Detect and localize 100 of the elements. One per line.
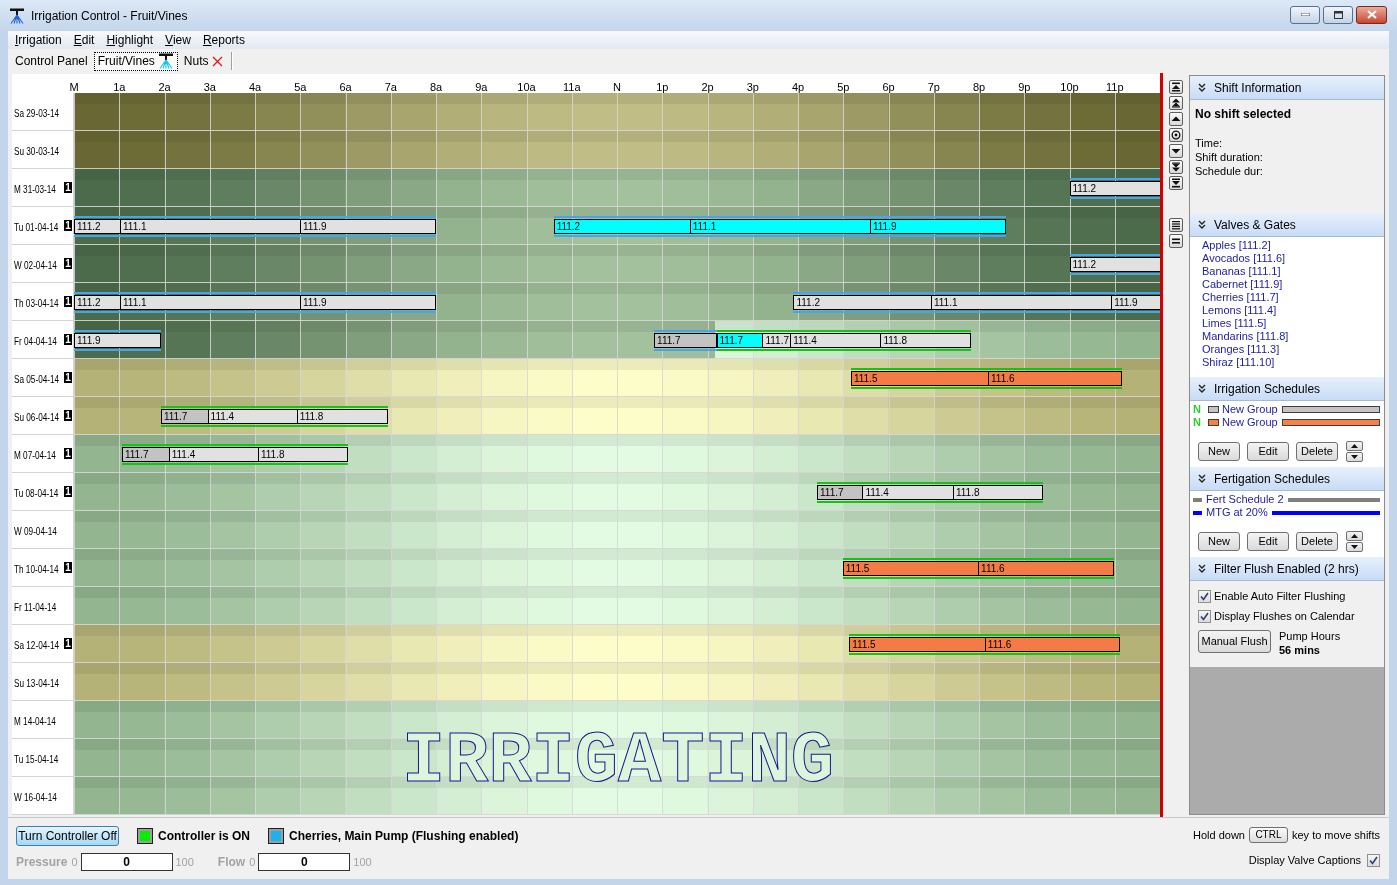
menu-item[interactable]: View: [159, 31, 197, 49]
valve-segment: 111.6: [984, 638, 1120, 651]
page-up-button[interactable]: [1169, 96, 1183, 110]
hour-label: 3p: [746, 80, 759, 95]
valve-segment: 111.1: [930, 296, 1112, 309]
shift-bar[interactable]: 111.5 111.6: [842, 558, 1114, 579]
day-label: W 02-04-14: [14, 258, 57, 273]
checkbox-label: Display Flushes on Calendar: [1214, 609, 1355, 625]
close-icon[interactable]: [211, 55, 223, 67]
list-action-button[interactable]: Delete: [1296, 442, 1338, 461]
menu-item[interactable]: Edit: [67, 31, 101, 49]
gauge-min: 0: [249, 854, 256, 870]
menu-item[interactable]: Irrigation: [9, 31, 68, 49]
key-cap: CTRL: [1248, 827, 1288, 843]
valve-item[interactable]: Limes [111.5]: [1202, 317, 1384, 330]
maximize-button[interactable]: [1323, 5, 1353, 24]
day-label: M 07-04-14: [14, 448, 56, 463]
schedule-name[interactable]: MTG at 20%: [1206, 506, 1268, 519]
day-label: Su 30-03-14: [14, 144, 60, 159]
list-action-button[interactable]: New: [1198, 532, 1240, 551]
valve-item[interactable]: Lemons [111.4]: [1202, 304, 1384, 317]
valve-segment: 111.1: [120, 296, 300, 309]
double-chevron-down-icon: [1198, 564, 1206, 573]
shift-bar[interactable]: 111.7 111.7 111.4 111.8: [716, 330, 971, 351]
center-today-button[interactable]: [1169, 128, 1183, 142]
move-down-button[interactable]: [1346, 542, 1363, 552]
gauge-min: 0: [71, 854, 78, 870]
hour-label: 4a: [248, 80, 262, 95]
sprinkler-icon: [157, 53, 174, 69]
tab[interactable]: Fruit/Vines: [93, 51, 178, 71]
page-down-button[interactable]: [1169, 160, 1183, 174]
equals-icon: [1171, 236, 1181, 246]
valve-segment: 111.7: [122, 448, 169, 461]
list-action-button[interactable]: New: [1198, 442, 1240, 461]
valve-item[interactable]: Cherries [111.7]: [1202, 291, 1384, 304]
section-header[interactable]: Filter Flush Enabled (2 hrs): [1190, 557, 1384, 581]
sprinkler-icon: [9, 7, 25, 24]
list-action-button[interactable]: Edit: [1247, 532, 1289, 551]
step-down-button[interactable]: [1169, 144, 1183, 158]
valve-item[interactable]: Cabernet [111.9]: [1202, 278, 1384, 291]
checkbox[interactable]: [1367, 853, 1380, 867]
manual-flush-button[interactable]: Manual Flush: [1198, 630, 1271, 653]
tab[interactable]: Nuts: [179, 51, 227, 71]
compact-rows-button[interactable]: [1169, 234, 1183, 248]
jump-last-button[interactable]: [1169, 176, 1183, 190]
day-label: Fr 04-04-14: [14, 334, 57, 349]
shift-bar[interactable]: 111.2 111.1 111.9: [74, 292, 436, 313]
menu-item[interactable]: Highlight: [100, 31, 160, 49]
move-up-button[interactable]: [1346, 441, 1363, 451]
hour-label: 8a: [429, 80, 443, 95]
jump-first-button[interactable]: [1169, 80, 1183, 94]
menu-item[interactable]: Reports: [196, 31, 251, 49]
move-up-button[interactable]: [1346, 531, 1363, 541]
shift-bar[interactable]: 111.2 111.1 111.9: [74, 216, 436, 237]
tab[interactable]: Control Panel: [11, 51, 92, 71]
valve-item[interactable]: Mandarins [111.8]: [1202, 330, 1384, 343]
schedule-name[interactable]: New Group: [1222, 416, 1278, 429]
triangle-down-icon: [1171, 146, 1181, 156]
shift-bar[interactable]: 111.7 111.4 111.8: [160, 406, 388, 427]
valve-segment: 111.4: [790, 334, 881, 347]
valve-item[interactable]: Shiraz [111.10]: [1202, 356, 1384, 369]
hint-text: key to move shifts: [1291, 827, 1380, 843]
move-down-button[interactable]: [1346, 452, 1363, 462]
checkbox[interactable]: [1198, 610, 1211, 623]
valve-item[interactable]: Apples [111.2]: [1202, 239, 1384, 252]
valve-item[interactable]: Oranges [111.3]: [1202, 343, 1384, 356]
double-chevron-down-icon: [1198, 220, 1206, 229]
shift-bar[interactable]: 111.5 111.6: [849, 634, 1121, 655]
hour-label: 9a: [475, 80, 488, 95]
expand-rows-button[interactable]: [1169, 218, 1183, 232]
shift-bar[interactable]: 111.2 111.1 111.9: [793, 292, 1160, 313]
shift-bar[interactable]: 111.2 111.1 111.9: [553, 216, 1007, 237]
valve-item[interactable]: Bananas [111.1]: [1202, 265, 1384, 278]
shift-count-badge: 1: [64, 562, 72, 573]
schedule-name[interactable]: Fert Schedule 2: [1206, 493, 1284, 506]
day-label: Th 10-04-14: [14, 562, 59, 577]
step-up-button[interactable]: [1169, 112, 1183, 126]
close-button[interactable]: [1356, 5, 1387, 24]
turn-controller-off-button[interactable]: Turn Controller Off: [16, 826, 119, 846]
minimize-button[interactable]: [1290, 5, 1320, 24]
valve-segment: 111.8: [880, 334, 970, 347]
valve-segment: 111.6: [978, 562, 1113, 575]
shift-count-badge: 1: [64, 182, 72, 193]
schedule-state-label: N: [1192, 416, 1202, 429]
shift-bar[interactable]: 111.5 111.6: [850, 368, 1122, 389]
section-header[interactable]: Irrigation Schedules: [1190, 377, 1384, 401]
triangle-down-bars-icon: [1171, 178, 1181, 188]
section-header[interactable]: Shift Information: [1190, 76, 1384, 100]
list-action-button[interactable]: Edit: [1247, 442, 1289, 461]
checkbox[interactable]: [1198, 590, 1211, 603]
checkbox-label: Display Valve Captions: [1248, 852, 1361, 868]
schedule-name[interactable]: New Group: [1222, 403, 1278, 416]
indicator-label: Cherries, Main Pump (Flushing enabled): [289, 828, 519, 845]
section-header[interactable]: Fertigation Schedules: [1190, 467, 1384, 491]
section-header[interactable]: Valves & Gates: [1190, 213, 1384, 237]
shift-bar[interactable]: 111.7 111.4 111.8: [817, 482, 1043, 503]
shift-bar[interactable]: 111.7 111.4 111.8: [121, 444, 349, 465]
valve-item[interactable]: Avocados [111.6]: [1202, 252, 1384, 265]
schedule-state-label: N: [1192, 403, 1202, 416]
list-action-button[interactable]: Delete: [1296, 532, 1338, 551]
